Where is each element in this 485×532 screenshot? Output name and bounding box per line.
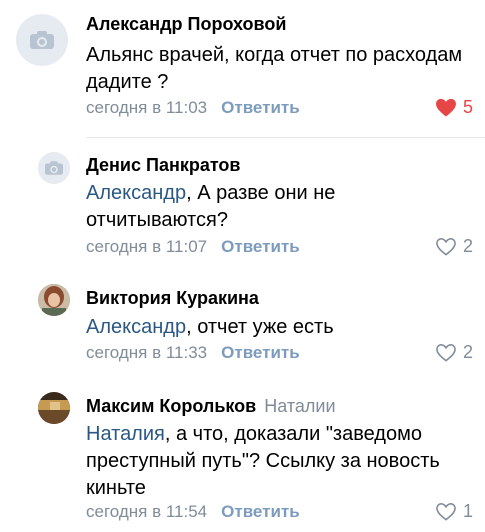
heart-outline-icon — [436, 502, 456, 521]
avatar[interactable] — [38, 152, 70, 184]
heart-outline-icon — [436, 237, 456, 256]
comment-item: Максим Корольков Наталии Наталия, а что, … — [0, 380, 485, 532]
avatar[interactable] — [16, 14, 68, 66]
comment-text: Наталия, а что, доказали "заведомо прест… — [86, 423, 440, 499]
mention-link[interactable]: Александр — [86, 182, 186, 204]
author-name[interactable]: Виктория Куракина — [86, 288, 259, 309]
camera-icon — [30, 31, 54, 49]
comment-meta: сегодня в 11:54 Ответить — [86, 502, 300, 522]
reply-button[interactable]: Ответить — [221, 98, 300, 117]
comment-meta: сегодня в 11:03 Ответить — [86, 98, 300, 118]
like-count: 1 — [462, 501, 473, 521]
comment-meta: сегодня в 11:07 Ответить — [86, 237, 300, 257]
heart-filled-icon — [436, 98, 456, 117]
like-count: 5 — [462, 97, 473, 117]
avatar[interactable] — [38, 392, 70, 424]
mention-link[interactable]: Наталия — [86, 423, 165, 445]
comment-text: Александр, А разве они не отчитываются? — [86, 182, 336, 231]
comment-item: Виктория Куракина Александр, отчет уже е… — [0, 272, 485, 380]
like-count: 2 — [462, 342, 473, 362]
reply-button[interactable]: Ответить — [221, 237, 300, 256]
camera-icon — [45, 161, 63, 175]
comment-item: Александр Пороховой Альянс врачей, когда… — [0, 0, 485, 140]
timestamp: сегодня в 11:33 — [86, 343, 208, 362]
heart-outline-icon — [436, 343, 456, 362]
reply-button[interactable]: Ответить — [221, 343, 300, 362]
timestamp: сегодня в 11:03 — [86, 98, 208, 117]
comment-item: Денис Панкратов Александр, А разве они н… — [0, 140, 485, 272]
author-name[interactable]: Александр Пороховой — [86, 14, 286, 35]
like-button[interactable]: 2 — [435, 342, 473, 363]
reply-to-label[interactable]: Наталии — [264, 396, 335, 416]
photo-avatar — [38, 392, 70, 424]
reply-button[interactable]: Ответить — [221, 502, 300, 521]
mention-link[interactable]: Александр — [86, 316, 186, 338]
photo-avatar — [38, 284, 70, 316]
like-count: 2 — [462, 236, 473, 256]
comment-text: Александр, отчет уже есть — [86, 316, 334, 338]
author-name[interactable]: Максим Корольков Наталии — [86, 396, 336, 417]
author-name[interactable]: Денис Панкратов — [86, 155, 240, 176]
like-button[interactable]: 5 — [435, 97, 473, 118]
timestamp: сегодня в 11:54 — [86, 502, 208, 521]
like-button[interactable]: 2 — [435, 236, 473, 257]
like-button[interactable]: 1 — [435, 501, 473, 522]
comment-text: Альянс врачей, когда отчет по расходам д… — [86, 44, 463, 93]
comment-meta: сегодня в 11:33 Ответить — [86, 343, 300, 363]
divider — [86, 137, 485, 138]
timestamp: сегодня в 11:07 — [86, 237, 208, 256]
avatar[interactable] — [38, 284, 70, 316]
